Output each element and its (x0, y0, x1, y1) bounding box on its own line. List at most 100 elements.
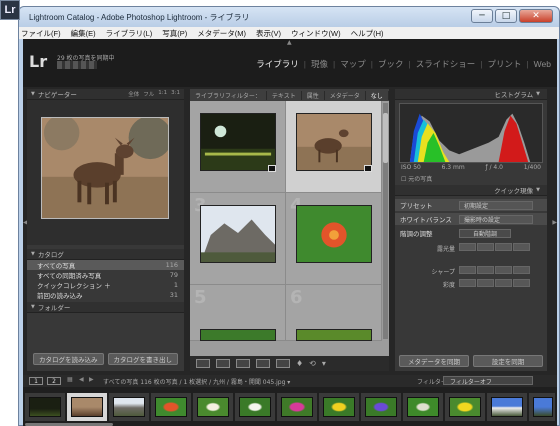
grid-scrollbar[interactable] (383, 103, 388, 339)
loupe-view-icon[interactable] (216, 359, 230, 368)
grid-cell[interactable]: 4 (286, 193, 382, 285)
module-develop[interactable]: 現像 (311, 58, 328, 70)
histogram-header[interactable]: ヒストグラム ▼ (395, 89, 547, 100)
zoom-fit[interactable]: 全体 (128, 90, 139, 98)
catalog-item-quick-collection[interactable]: クイックコレクション ＋ 1 (27, 280, 184, 290)
maximize-button[interactable]: □ (495, 9, 517, 23)
catalog-item-all-photos[interactable]: すべての写真 116 (27, 260, 184, 270)
navigator-preview[interactable] (27, 100, 184, 245)
sharpen-dec-big[interactable] (459, 266, 476, 274)
filmstrip-thumb[interactable] (319, 393, 359, 421)
spray-can-icon[interactable]: ♦ (296, 359, 303, 368)
module-web[interactable]: Web (534, 59, 551, 69)
saturation-inc-big[interactable] (513, 279, 530, 287)
page-2-button[interactable]: 2 (47, 377, 61, 385)
original-photo-toggle[interactable]: ☐ 元の写真 (401, 174, 432, 183)
compare-view-icon[interactable] (236, 359, 250, 368)
collapse-right-icon[interactable]: ▶ (552, 219, 557, 226)
toolbar-menu-icon[interactable]: ▾ (322, 359, 326, 368)
catalog-item-synced[interactable]: すべての同期済み写真 79 (27, 270, 184, 280)
module-print[interactable]: プリント (487, 58, 521, 70)
saturation-inc[interactable] (495, 279, 512, 287)
zoom-3-1[interactable]: 3:1 (171, 90, 180, 98)
filmstrip-thumb[interactable] (109, 393, 149, 421)
filmstrip-thumb[interactable] (529, 393, 555, 421)
filmstrip-thumb[interactable] (445, 393, 485, 421)
filmstrip-thumb[interactable] (487, 393, 527, 421)
menu-photo[interactable]: 写真(P) (162, 28, 187, 39)
people-view-icon[interactable] (276, 359, 290, 368)
filmstrip-thumb[interactable] (193, 393, 233, 421)
grid-cell[interactable]: 6 (286, 285, 382, 341)
grid-cell[interactable]: 3 (190, 193, 286, 285)
filmstrip-thumb[interactable] (403, 393, 443, 421)
filmstrip-thumb[interactable] (277, 393, 317, 421)
menu-edit[interactable]: 編集(E) (71, 28, 96, 39)
filter-select[interactable]: フィルターオフ (443, 376, 533, 386)
saturation-dec[interactable] (477, 279, 494, 287)
back-arrow-icon[interactable]: ◀ (79, 376, 84, 383)
grid-view-icon[interactable] (196, 359, 210, 368)
menu-help[interactable]: ヘルプ(H) (351, 28, 384, 39)
scroll-thumb[interactable] (383, 113, 388, 163)
grid-cell-selected[interactable] (286, 101, 382, 193)
page-1-button[interactable]: 1 (29, 377, 43, 385)
close-button[interactable]: ✕ (519, 9, 553, 23)
sharpen-inc[interactable] (495, 266, 512, 274)
filmstrip-source[interactable]: すべての写真 116 枚の写真 / 1 枚選択 / 九州 / 霧島・開聞 045… (103, 377, 290, 386)
filter-tab-metadata[interactable]: メタデータ (325, 90, 366, 100)
grid-cell[interactable] (190, 101, 286, 193)
minimize-button[interactable]: ─ (471, 9, 493, 23)
menu-library[interactable]: ライブラリ(L) (106, 28, 153, 39)
filmstrip-thumb[interactable] (235, 393, 275, 421)
grid-toggle-icon[interactable]: ▦ (67, 376, 73, 383)
filmstrip-thumb[interactable] (361, 393, 401, 421)
import-catalog-button[interactable]: カタログを読み込み (33, 353, 104, 365)
thumb-image (71, 397, 103, 417)
grid-cell[interactable]: 5 (190, 285, 286, 341)
sharpen-dec[interactable] (477, 266, 494, 274)
sync-settings-button[interactable]: 設定を同期 (473, 355, 543, 367)
exposure-inc[interactable] (495, 243, 512, 251)
title-bar[interactable]: Lightroom Catalog - Adobe Photoshop Ligh… (19, 7, 559, 27)
sync-metadata-button[interactable]: メタデータを同期 (399, 355, 469, 367)
filmstrip-thumb[interactable] (25, 393, 65, 421)
navigator-header[interactable]: ▼ ナビゲーター 全体 フル 1:1 3:1 (27, 89, 184, 100)
filter-tab-attribute[interactable]: 属性 (302, 90, 325, 100)
zoom-1-1[interactable]: 1:1 (158, 90, 167, 98)
menu-window[interactable]: ウィンドウ(W) (291, 28, 341, 39)
export-catalog-button[interactable]: カタログを書き出し (107, 353, 178, 365)
menu-file[interactable]: ファイル(F) (21, 28, 61, 39)
auto-tone-button[interactable]: 自動階調 (459, 228, 511, 238)
exposure-inc-big[interactable] (513, 243, 530, 251)
filter-tab-text[interactable]: テキスト (267, 90, 302, 100)
forward-arrow-icon[interactable]: ▶ (89, 376, 94, 383)
rotate-icon[interactable]: ⟲ (309, 359, 316, 368)
saturation-dec-big[interactable] (459, 279, 476, 287)
preset-select[interactable]: 初期設定 (459, 200, 533, 210)
folders-header[interactable]: ▼ フォルダー (27, 302, 184, 313)
catalog-header[interactable]: ▼ カタログ (27, 249, 184, 260)
module-book[interactable]: ブック (378, 58, 404, 70)
module-slideshow[interactable]: スライドショー (416, 58, 476, 70)
collapse-top-icon[interactable]: ▲ (287, 39, 292, 46)
filter-tab-none[interactable]: なし (366, 90, 389, 100)
filmstrip-thumb-selected[interactable] (67, 393, 107, 421)
menu-view[interactable]: 表示(V) (256, 28, 281, 39)
filmstrip-thumb[interactable] (151, 393, 191, 421)
catalog-item-previous-import[interactable]: 前回の読み込み 31 (27, 290, 184, 300)
exposure-dec-big[interactable] (459, 243, 476, 251)
menu-metadata[interactable]: メタデータ(M) (197, 28, 246, 39)
wb-select[interactable]: 撮影時の設定 (459, 214, 533, 224)
sharpen-label: シャープ (431, 269, 455, 276)
sharpen-inc-big[interactable] (513, 266, 530, 274)
exposure-dec[interactable] (477, 243, 494, 251)
lr-app-badge: Lr (0, 0, 20, 20)
zoom-fill[interactable]: フル (143, 90, 154, 98)
quick-develop-header[interactable]: クイック現像 ▼ (395, 185, 547, 196)
module-library[interactable]: ライブラリ (256, 58, 299, 70)
module-map[interactable]: マップ (340, 58, 366, 70)
catalog-item-count: 116 (165, 261, 178, 269)
survey-view-icon[interactable] (256, 359, 270, 368)
library-filter-bar: ライブラリフィルター： テキスト 属性 メタデータ なし (190, 89, 389, 101)
